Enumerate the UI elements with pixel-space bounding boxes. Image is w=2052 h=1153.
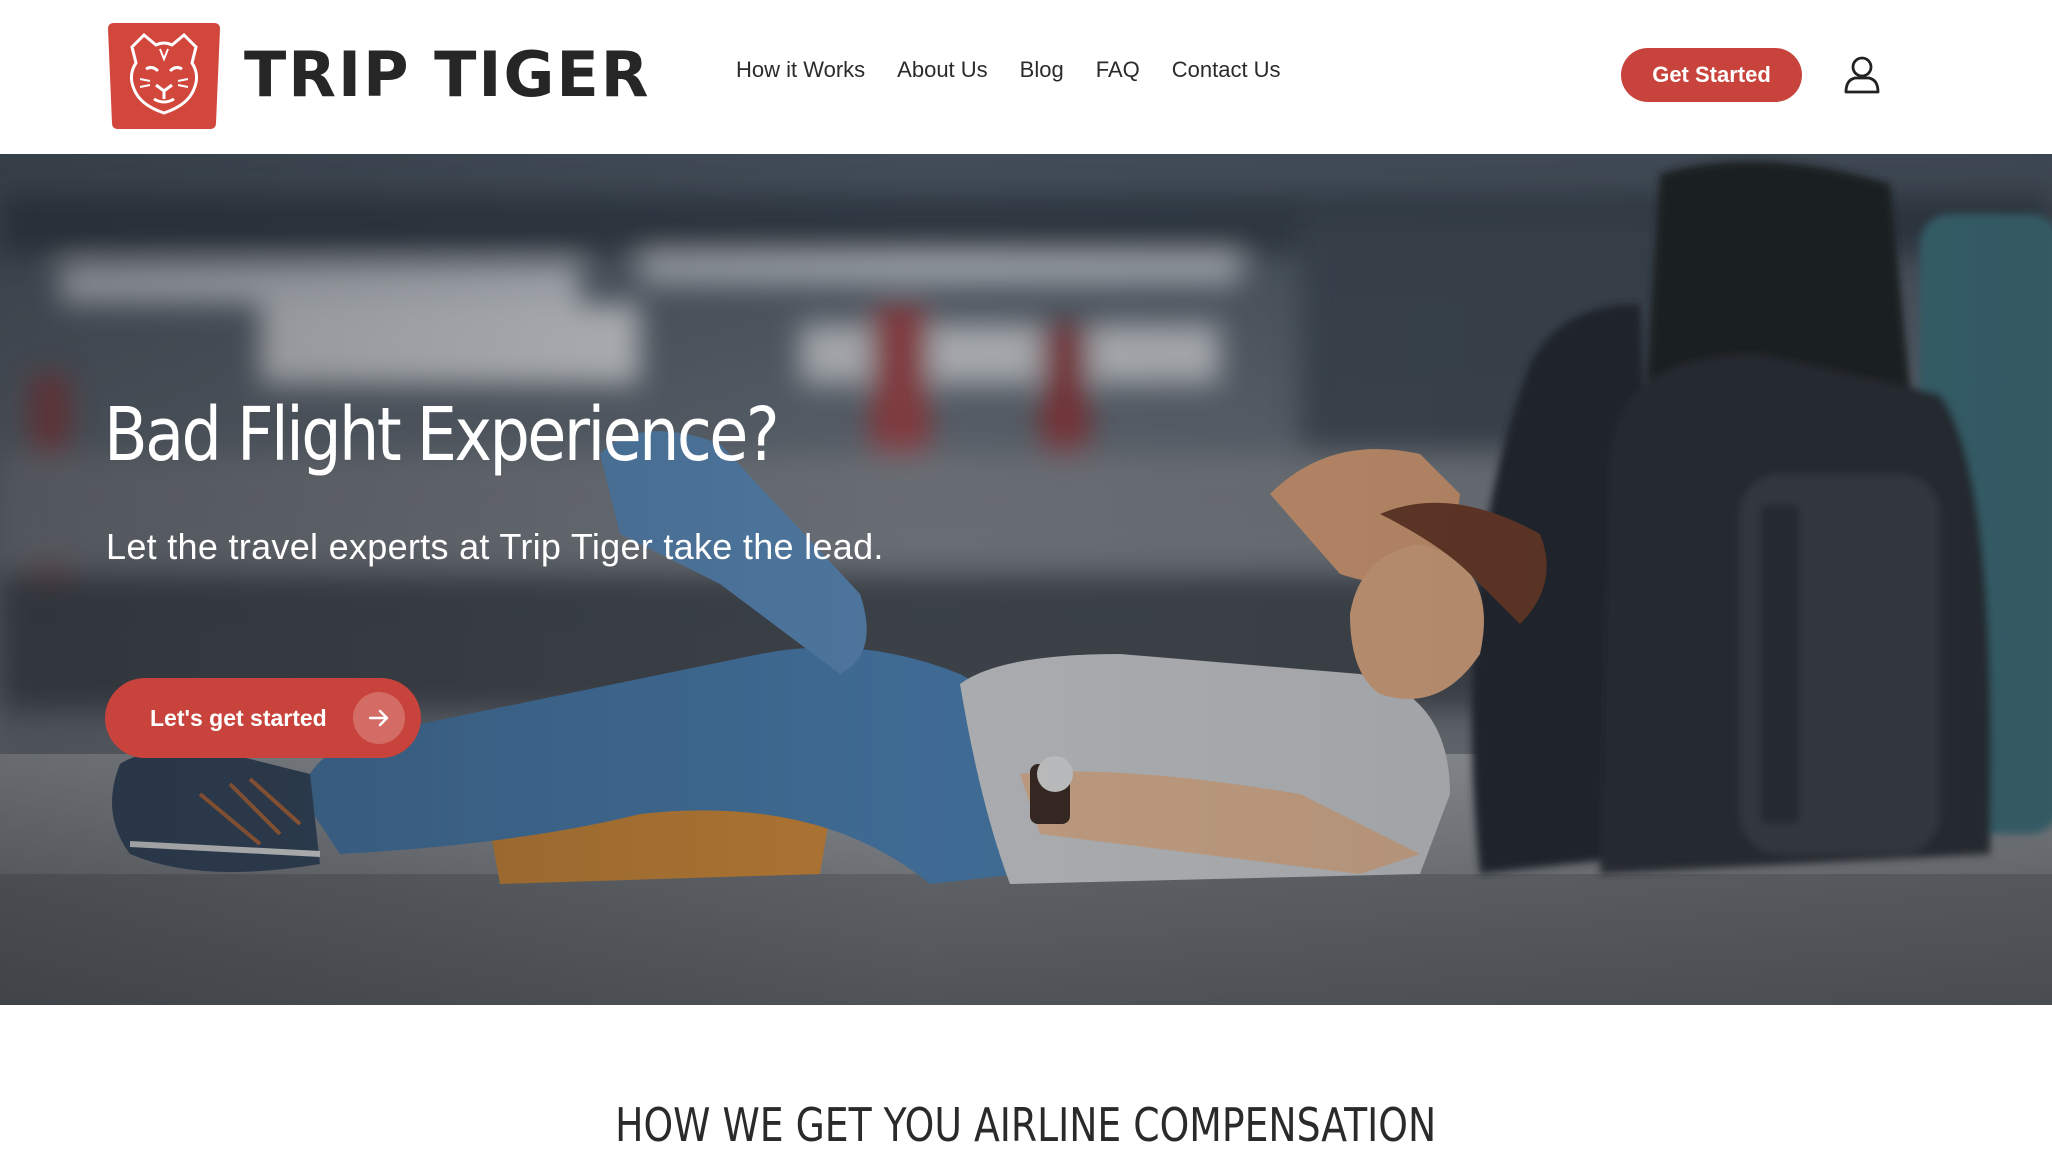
nav-contact-us[interactable]: Contact Us (1172, 56, 1281, 85)
how-it-works-heading-text: HOW WE GET YOU AIRLINE COMPENSATION (615, 1098, 1437, 1152)
nav-blog[interactable]: Blog (1020, 56, 1064, 85)
nav-faq[interactable]: FAQ (1096, 56, 1140, 85)
tiger-logo-icon (108, 23, 220, 129)
lets-get-started-button[interactable]: Let's get started (105, 678, 421, 758)
arrow-right-icon (353, 692, 405, 744)
brand-logo[interactable]: TRIP TIGER (104, 19, 650, 131)
user-icon[interactable] (1843, 55, 1881, 95)
site-header: TRIP TIGER How it Works About Us Blog FA… (0, 0, 2052, 154)
hero-subtitle: Let the travel experts at Trip Tiger tak… (106, 526, 884, 567)
nav-how-it-works[interactable]: How it Works (736, 56, 865, 85)
hero-overlay (0, 154, 2052, 1005)
hero-cta-label: Let's get started (150, 705, 327, 731)
how-it-works-heading: HOW WE GET YOU AIRLINE COMPENSATION (0, 1098, 2052, 1153)
hero-title: Bad Flight Experience? (104, 392, 780, 478)
brand-name: TRIP TIGER (244, 38, 651, 111)
hero-section: Bad Flight Experience? Let the travel ex… (0, 154, 2052, 1005)
nav-about-us[interactable]: About Us (897, 56, 988, 85)
get-started-button[interactable]: Get Started (1621, 48, 1802, 102)
main-nav: How it Works About Us Blog FAQ Contact U… (736, 56, 1281, 85)
